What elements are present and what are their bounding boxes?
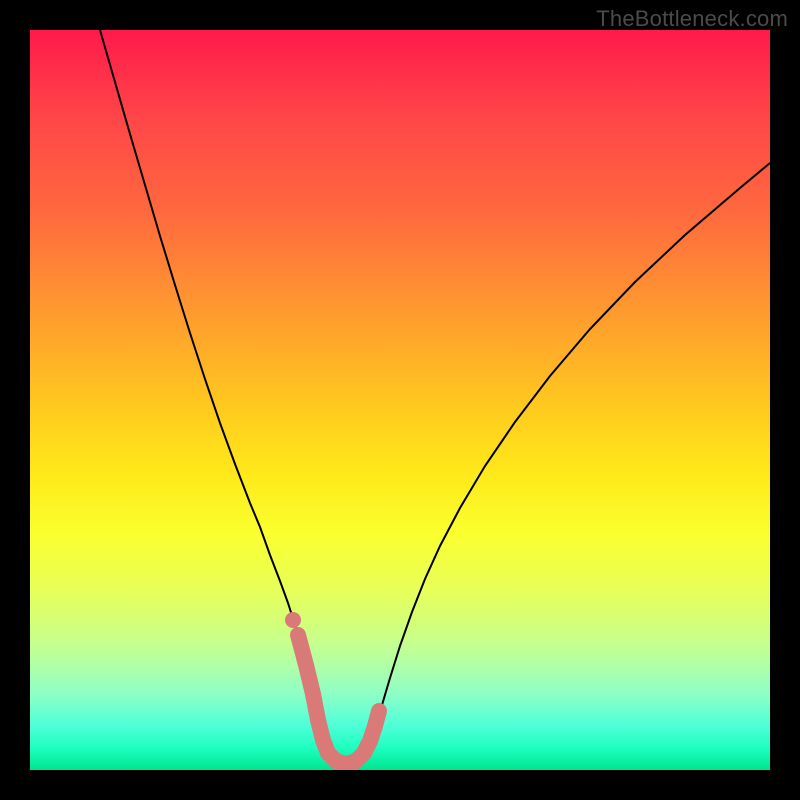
- chart-plot-area: [30, 30, 770, 770]
- watermark-text: TheBottleneck.com: [596, 6, 788, 32]
- optimal-range-highlight: [298, 635, 379, 764]
- chart-overlay: [30, 30, 770, 770]
- bottleneck-curve: [100, 30, 770, 763]
- optimal-range-dot: [285, 612, 301, 628]
